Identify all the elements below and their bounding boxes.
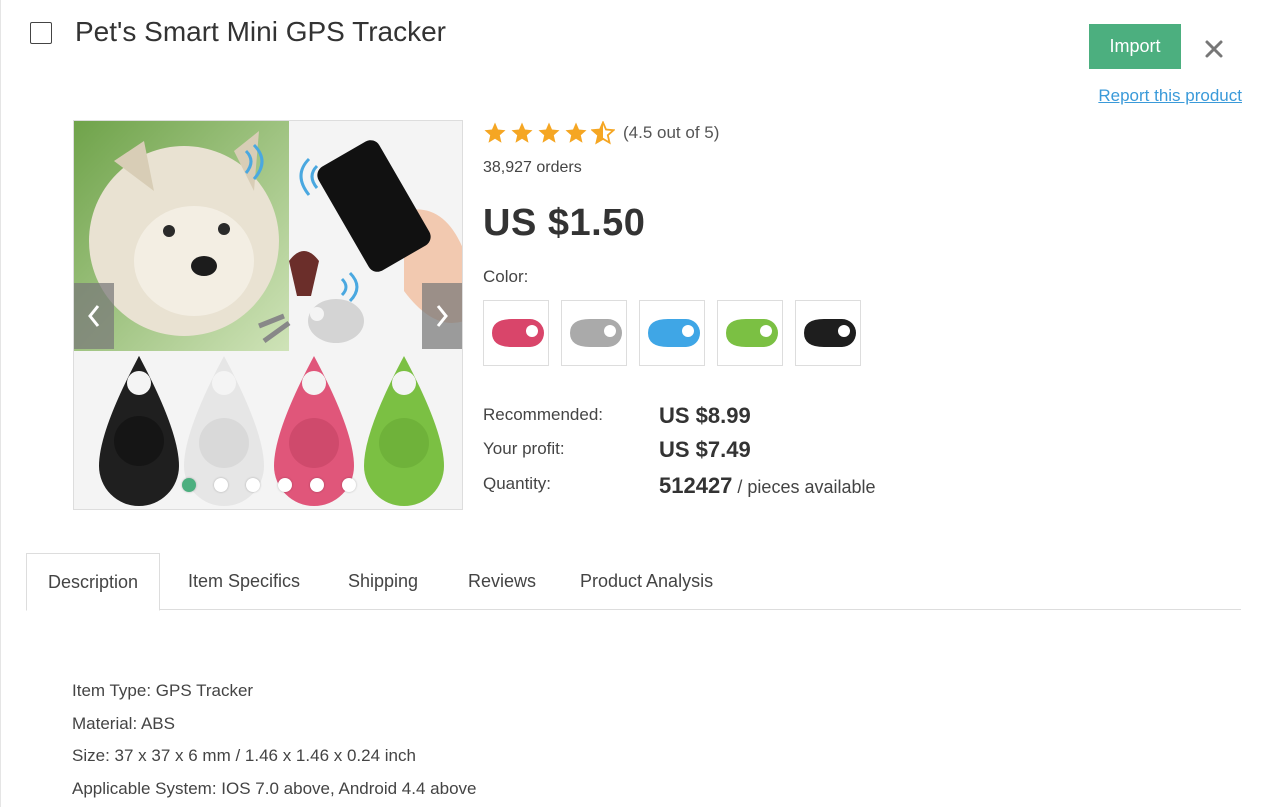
chevron-left-icon [88, 305, 100, 327]
recommended-value: US $8.99 [659, 403, 751, 428]
import-button[interactable]: Import [1089, 24, 1181, 69]
tab-reviews[interactable]: Reviews [468, 553, 536, 610]
close-icon[interactable] [1202, 37, 1226, 61]
gallery-dot[interactable] [246, 478, 260, 492]
profit-label: Your profit: [483, 439, 565, 458]
quantity-label: Quantity: [483, 474, 552, 493]
tab-product-analysis[interactable]: Product Analysis [580, 553, 713, 610]
color-swatch-gray[interactable] [561, 300, 627, 366]
color-swatches [483, 300, 861, 366]
gallery-pagination [182, 478, 356, 492]
star-half-icon [591, 121, 615, 145]
description-line: Item Type: GPS Tracker [72, 681, 254, 700]
chevron-right-icon [436, 305, 448, 327]
product-title: Pet's Smart Mini GPS Tracker [75, 16, 446, 47]
gallery-prev-button[interactable] [74, 283, 114, 349]
color-swatch-green[interactable] [717, 300, 783, 366]
tab-description[interactable]: Description [26, 553, 161, 611]
gallery-dot[interactable] [278, 478, 292, 492]
orders-count: 38,927 orders [483, 159, 582, 176]
quantity-suffix: / pieces available [732, 477, 876, 497]
product-tabs: Description Item Specifics Shipping Revi… [26, 553, 1241, 611]
star-icon [484, 122, 506, 143]
tracker-blue-image [648, 319, 700, 347]
product-image-gallery [73, 120, 463, 510]
gallery-dot[interactable] [182, 478, 196, 492]
gallery-dot[interactable] [310, 478, 324, 492]
rating-text: (4.5 out of 5) [623, 123, 720, 142]
description-line: Size: 37 x 37 x 6 mm / 1.46 x 1.46 x 0.2… [72, 746, 416, 765]
select-product-checkbox[interactable] [30, 22, 52, 44]
report-product-link[interactable]: Report this product [1098, 86, 1242, 106]
rating: (4.5 out of 5) [483, 121, 719, 145]
color-swatch-blue[interactable] [639, 300, 705, 366]
color-swatch-red[interactable] [483, 300, 549, 366]
left-border [0, 0, 1, 807]
profit-value: US $7.49 [659, 437, 751, 462]
recommended-label: Recommended: [483, 405, 604, 424]
description-content: Item Type: GPS Tracker Material: ABS Siz… [72, 675, 476, 805]
product-price: US $1.50 [483, 202, 646, 244]
quantity-value: 512427 / pieces available [659, 473, 876, 499]
tracker-gray-image [570, 319, 622, 347]
description-line: Material: ABS [72, 713, 175, 733]
tracker-red-image [492, 319, 544, 347]
rating-stars [483, 121, 615, 145]
tab-item-specifics[interactable]: Item Specifics [188, 553, 300, 610]
gallery-dot[interactable] [342, 478, 356, 492]
tab-shipping[interactable]: Shipping [348, 553, 418, 610]
gallery-next-button[interactable] [422, 283, 462, 349]
star-icon [511, 122, 533, 143]
product-photo [74, 121, 462, 509]
tracker-green-image [726, 319, 778, 347]
quantity-number: 512427 [659, 473, 733, 498]
star-icon [565, 122, 587, 143]
tracker-black-image [804, 319, 856, 347]
description-line: Applicable System: IOS 7.0 above, Androi… [72, 778, 477, 798]
gallery-dot[interactable] [214, 478, 228, 492]
star-icon [538, 122, 560, 143]
color-label: Color: [483, 267, 529, 286]
color-swatch-black[interactable] [795, 300, 861, 366]
